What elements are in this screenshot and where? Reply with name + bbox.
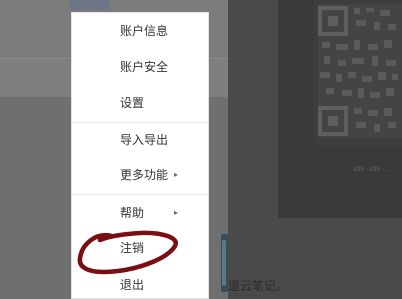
menu-item-label: 设置 <box>120 96 145 110</box>
scrollbar-thumb[interactable] <box>222 240 226 286</box>
menu-item-label: 帮助 <box>120 206 145 220</box>
menu-item-import-export[interactable]: 导入导出 <box>72 130 208 150</box>
footer-note: 道云笔记。 <box>228 279 289 293</box>
menu-item-label: 注销 <box>120 241 145 255</box>
menu-item-label: 账户信息 <box>120 24 169 38</box>
menu-item-label: 更多功能 <box>120 168 169 182</box>
chevron-right-icon: ▸ <box>174 208 179 217</box>
menu-item-label: 退出 <box>120 278 145 292</box>
menu-divider <box>72 122 208 123</box>
account-dropdown-menu: 账户信息 账户安全 设置 导入导出 更多功能 ▸ 帮助 ▸ 注销 退出 <box>71 12 209 299</box>
menu-item-logout[interactable]: 注销 <box>72 238 208 258</box>
scrollbar[interactable] <box>221 234 228 292</box>
menu-item-settings[interactable]: 设置 <box>72 93 208 113</box>
qr-code-icon <box>318 4 402 138</box>
menu-item-help[interactable]: 帮助 ▸ <box>72 203 208 223</box>
menu-item-account-security[interactable]: 账户安全 <box>72 57 208 77</box>
menu-item-more-features[interactable]: 更多功能 ▸ <box>72 165 208 185</box>
menu-item-exit[interactable]: 退出 <box>72 275 208 295</box>
menu-divider <box>72 194 208 195</box>
menu-item-label: 账户安全 <box>120 60 169 74</box>
qr-caption: iOS · iOS · ... <box>354 166 392 173</box>
chevron-right-icon: ▸ <box>174 170 179 179</box>
menu-item-label: 导入导出 <box>120 133 169 147</box>
menu-item-account-info[interactable]: 账户信息 <box>72 21 208 41</box>
header-accent <box>70 0 110 10</box>
